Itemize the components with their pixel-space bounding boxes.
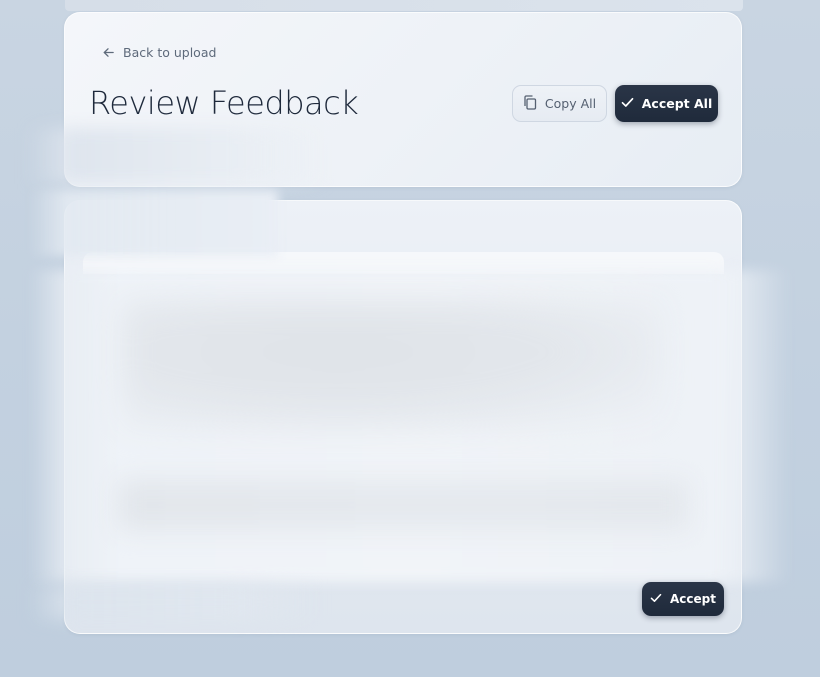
blurred-subtitle xyxy=(28,128,328,184)
back-link-label: Back to upload xyxy=(123,45,217,60)
check-icon xyxy=(650,592,662,606)
back-to-upload-link[interactable]: Back to upload xyxy=(102,45,216,60)
accept-all-button[interactable]: Accept All xyxy=(615,85,718,122)
page-title: Review Feedback xyxy=(89,84,359,122)
check-icon xyxy=(621,96,634,111)
accept-all-label: Accept All xyxy=(641,96,713,111)
blurred-footer-meta xyxy=(30,584,320,620)
copy-icon xyxy=(523,94,537,113)
copy-all-label: Copy All xyxy=(544,96,597,111)
previous-card-edge xyxy=(65,0,743,11)
copy-all-button[interactable]: Copy All xyxy=(512,85,607,122)
blurred-comparison-text xyxy=(122,300,662,430)
blurred-section-label xyxy=(30,190,278,256)
accept-label: Accept xyxy=(670,592,716,606)
arrow-left-icon xyxy=(102,46,115,59)
accept-button[interactable]: Accept xyxy=(642,582,724,616)
blurred-explanation-text xyxy=(118,480,688,530)
